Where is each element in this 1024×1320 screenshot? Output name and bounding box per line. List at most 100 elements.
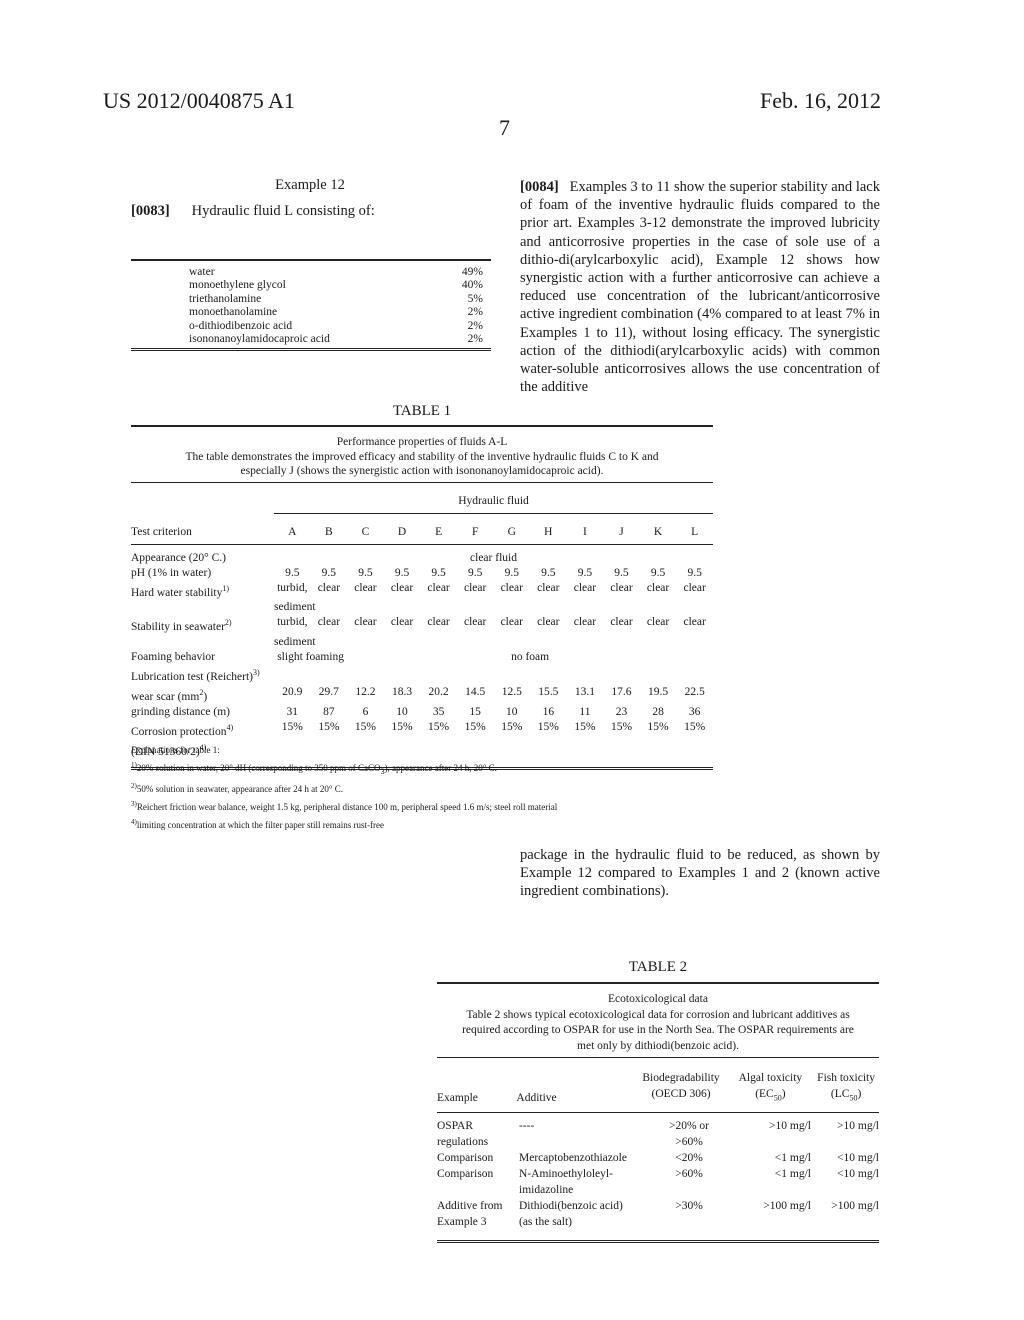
cell-line: Comparison (437, 1168, 494, 1181)
row-label-text: grinding distance (m) (131, 705, 231, 718)
component-name: water (189, 266, 215, 278)
column-header-example: Example (437, 1092, 478, 1105)
row-values: turbid, clear clear clear clear clear clear cle… (274, 581, 713, 601)
cell-value: 9.5 (687, 566, 702, 579)
cell-value-span: slight foaming (277, 651, 344, 664)
cell-empty (316, 635, 352, 650)
header-line: Biodegradability (642, 1072, 720, 1084)
cell-additive: N-Aminoethyloleyl-imidazoline (519, 1166, 643, 1198)
row-values: sediment (274, 635, 713, 650)
cell-value: 9.5 (321, 566, 337, 579)
cell-value: clear (537, 581, 560, 594)
composition-table: water 49% monoethylene glycol 40% triethanol… (131, 259, 491, 352)
cell-line: Comparison (437, 1152, 494, 1165)
row-values: 20.9 29.7 12.2 18.3 20.2 14.5 12.5 15.5 13.1 17.6… (274, 685, 713, 705)
row-label-text: wear scar (mm (131, 690, 200, 703)
cell-value: 15% (610, 720, 633, 733)
cell-example: Comparison (437, 1150, 519, 1166)
table-row: Foaming behavior slight foaming no foam (131, 650, 713, 665)
cell-empty (605, 635, 641, 650)
paragraph-label: [0083] (131, 203, 170, 219)
paragraph-label: [0084] (520, 179, 559, 195)
row-label-text: Corrosion protection (131, 725, 227, 738)
table-1-caption: Performance properties of fluids A-L The… (131, 427, 713, 482)
cell-line: ---- (519, 1120, 535, 1133)
row-label-text: pH (1% in water) (131, 566, 212, 579)
caption-title: Ecotoxicological data (608, 993, 708, 1005)
cell-value: turbid, (277, 616, 308, 629)
cell-empty (496, 600, 532, 615)
component-value: 2% (467, 319, 483, 332)
cell-empty (677, 635, 713, 650)
caption-text: Table 2 shows typical ecotoxicological d… (462, 1008, 854, 1052)
row-label-text: Appearance (20° C.) (131, 551, 226, 564)
table-row: Comparison Mercaptobenzothiazole <20% <1 mg… (437, 1150, 879, 1166)
cell-value: 19.5 (648, 685, 669, 698)
cell-value: 15% (428, 720, 450, 733)
footnote: 4)limiting concentration at which the fi… (131, 815, 557, 833)
caption-title: Performance properties of fluids A-L (336, 436, 508, 448)
cell-value: 9.5 (504, 566, 519, 579)
cell-value: turbid, (277, 581, 308, 594)
cell-fish-toxicity: <10 mg/l (837, 1152, 879, 1165)
cell-empty (352, 600, 388, 615)
cell-value: 18.3 (391, 685, 413, 698)
column-header-additive: Additive (516, 1092, 557, 1105)
paragraph-0084: [0084] Examples 3 to 11 show the superio… (520, 178, 880, 396)
footnote: 3)Reichert friction wear balance, weight… (131, 797, 557, 815)
table-bottom-rule (131, 348, 491, 352)
cell-value: clear (317, 616, 341, 629)
cell-value: 14.5 (465, 685, 486, 698)
cell-empty (641, 600, 677, 615)
cell-value: 13.1 (574, 685, 595, 698)
cell-biodegradability: <20% (643, 1150, 735, 1166)
cell-value: clear (354, 581, 377, 594)
cell-value: clear (354, 616, 377, 629)
cell-example: OSPAR regulations (437, 1118, 519, 1150)
cell-value: clear (500, 616, 523, 629)
row-label: Corrosion protection4) (131, 720, 274, 740)
header-text: (EC (755, 1088, 774, 1100)
row-label: grinding distance (m) (131, 705, 274, 720)
cell-line: >30% (675, 1200, 703, 1213)
header-text: (LC (830, 1088, 850, 1100)
paragraph-0084-continued: package in the hydraulic fluid to be red… (520, 847, 880, 900)
cell-additive: Mercaptobenzothiazole (519, 1150, 643, 1166)
table-1-title: TABLE 1 (392, 403, 452, 419)
footnote: 2)50% solution in seawater, appearance a… (131, 779, 557, 797)
component-name: monoethanolamine (189, 306, 278, 319)
cell-line: imidazoline (519, 1184, 574, 1197)
cell-value-span: no foam (511, 651, 550, 664)
table-row: o-dithiodibenzoic acid 2% (131, 320, 491, 333)
cell-fish-toxicity: <10 mg/l (837, 1168, 879, 1181)
cell-value: 15% (647, 720, 669, 733)
cell-value: clear (464, 616, 487, 629)
example-12-heading: Example 12 (275, 177, 345, 193)
row-label-blank (131, 600, 274, 615)
cell-value: clear (537, 616, 560, 629)
table-row: OSPAR regulations ---- >20% or >60% >10 mg/l >… (437, 1118, 879, 1150)
cell-algal-toxicity: <1 mg/l (774, 1152, 811, 1165)
cell-value: 9.5 (614, 566, 629, 579)
table-2: Ecotoxicological data Table 2 shows typi… (437, 982, 879, 1244)
table-row: Additive from Example 3 Dithiodi(benzoic a… (437, 1198, 879, 1230)
column-header-fluid: I (582, 525, 587, 538)
cell-line: <20% (675, 1152, 703, 1165)
cell-value: 9.5 (394, 566, 410, 579)
column-header-fluid: A (288, 525, 297, 538)
cell-value: 36 (688, 705, 701, 718)
cell-biodegradability: >20% or >60% (643, 1118, 735, 1150)
component-name: triethanolamine (189, 292, 262, 305)
patent-number: US 2012/0040875 A1 (103, 88, 295, 113)
footnote-mark: 2) (224, 618, 232, 628)
cell-biodegradability: >60% (643, 1166, 735, 1198)
table-rule (437, 1240, 879, 1244)
cell-empty (460, 600, 496, 615)
cell-value: clear (683, 616, 706, 629)
cell-line: OSPAR (437, 1120, 474, 1133)
table-2-title: TABLE 2 (628, 959, 688, 975)
cell-empty (569, 600, 605, 615)
cell-value: 9.5 (577, 566, 593, 579)
column-header-fish-toxicity: Fish toxicity (LC50) (807, 1070, 879, 1106)
footnote-mark: 1) (222, 583, 230, 593)
